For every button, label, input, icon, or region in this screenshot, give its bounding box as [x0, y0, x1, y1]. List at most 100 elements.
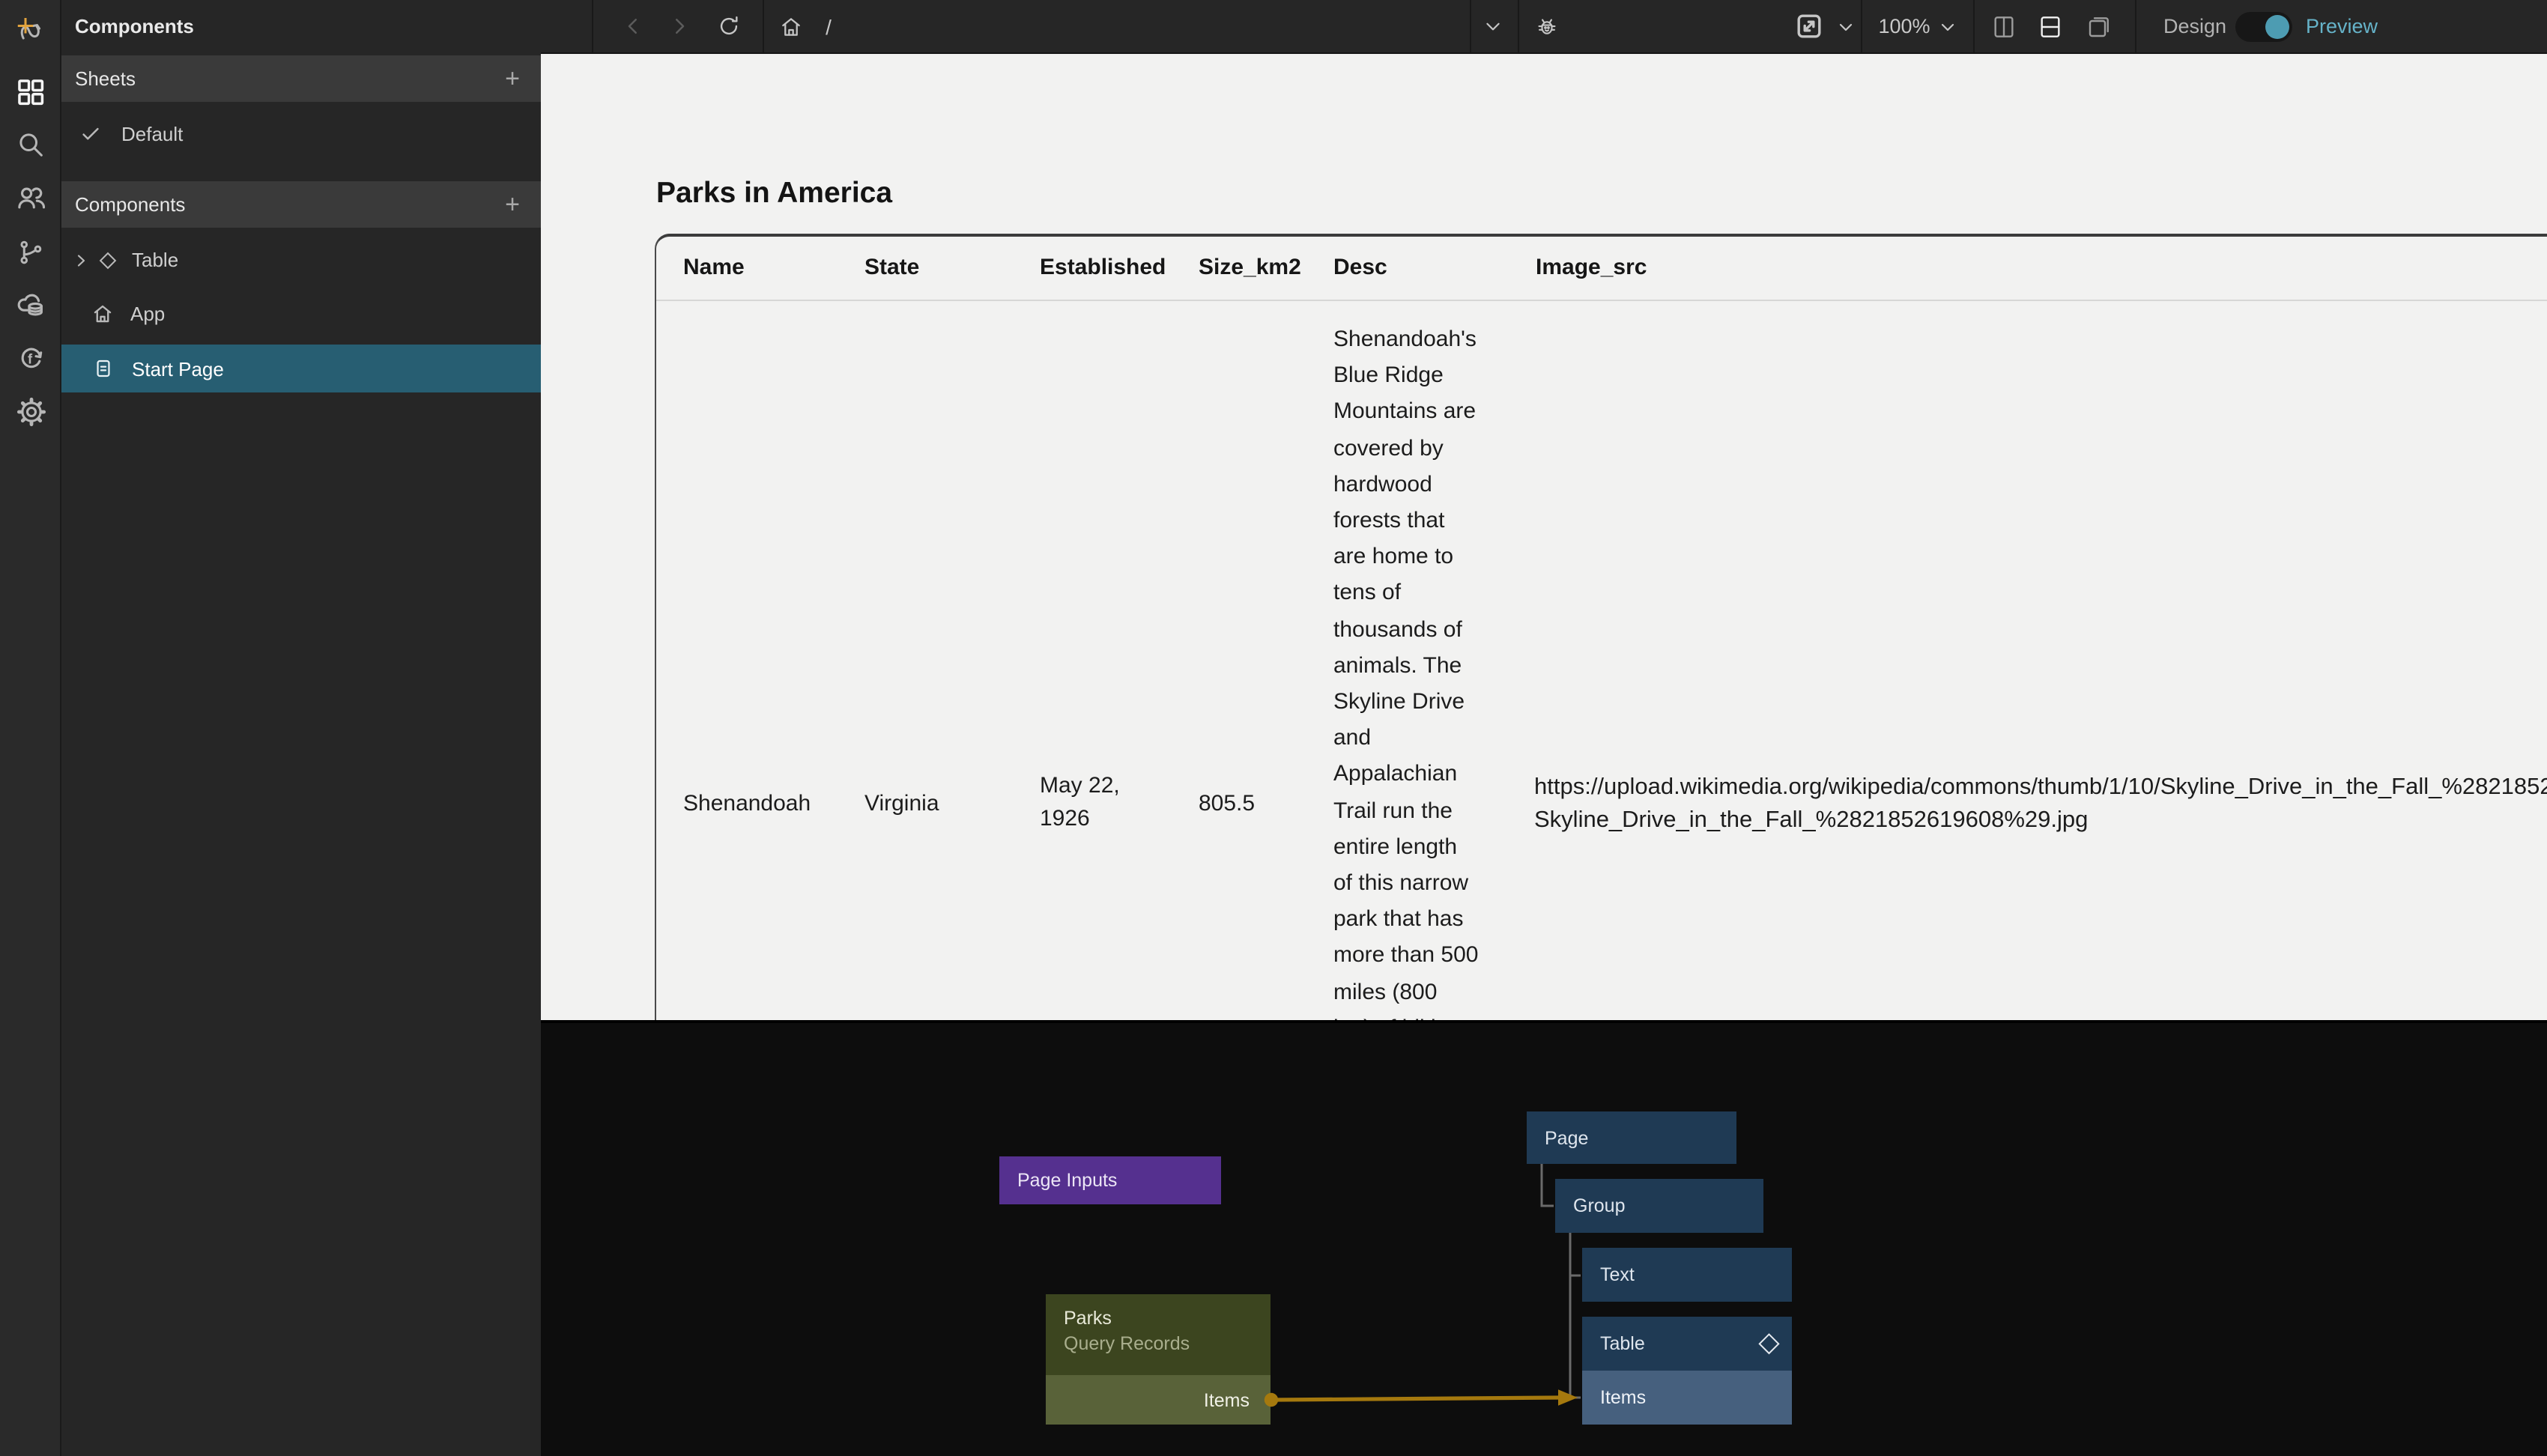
desc-line: park that has — [1333, 903, 1513, 938]
layout-stacked-panels-icon[interactable] — [2081, 0, 2117, 52]
sheets-section-header[interactable]: Sheets + — [61, 55, 541, 102]
node-table-items-port[interactable]: Items — [1582, 1371, 1792, 1425]
node-parks-header: Parks Query Records — [1046, 1294, 1271, 1375]
node-text[interactable]: Text — [1582, 1248, 1792, 1302]
add-sheet-button[interactable]: + — [496, 55, 529, 102]
tree-item-label: Start Page — [132, 357, 224, 380]
diamond-icon — [1758, 1332, 1778, 1353]
tree-item-table[interactable]: Table — [61, 237, 541, 283]
zoom-chevron-icon[interactable] — [1934, 0, 1961, 52]
desc-line: and — [1333, 721, 1513, 756]
column-header-desc[interactable]: Desc — [1333, 255, 1387, 280]
screen-size-chevron-icon[interactable] — [1832, 0, 1859, 52]
desc-line: are home to — [1333, 539, 1513, 575]
cell-desc: Shenandoah'sBlue RidgeMountains arecover… — [1333, 322, 1513, 1020]
desc-line: Mountains are — [1333, 395, 1513, 431]
search-icon[interactable] — [0, 121, 61, 166]
desc-line: tens of — [1333, 576, 1513, 612]
branch-icon[interactable] — [0, 229, 61, 274]
chevron-right-icon[interactable] — [72, 251, 90, 269]
cell-established: May 22, 1926 — [1040, 770, 1133, 836]
svg-text:f: f — [27, 351, 32, 366]
cloud-database-icon[interactable] — [0, 283, 61, 328]
desc-line: forests that — [1333, 503, 1513, 539]
page-heading[interactable]: Parks in America — [656, 177, 892, 211]
desc-line: more than 500 — [1333, 938, 1513, 974]
image-src-line: https://upload.wikimedia.org/wikipedia/c… — [1534, 771, 2547, 805]
debug-bug-icon[interactable] — [1528, 0, 1564, 52]
cloud-functions-icon[interactable]: f — [0, 336, 61, 380]
data-flow-graph[interactable]: Page Inputs Parks Query Records Items Pa… — [541, 1020, 2547, 1456]
node-title: Parks — [1064, 1308, 1271, 1329]
node-label: Page Inputs — [1017, 1170, 1117, 1191]
graph-wires — [541, 1023, 2547, 1456]
desc-line: Skyline Drive — [1333, 685, 1513, 721]
column-header-image-src[interactable]: Image_src — [1536, 255, 1647, 280]
preview-canvas: Parks in America Name State Established … — [541, 54, 2547, 1020]
desc-line: Shenandoah's — [1333, 322, 1513, 358]
column-header-size[interactable]: Size_km2 — [1199, 255, 1301, 280]
components-panel: Components Sheets + Default Components +… — [61, 0, 541, 1456]
node-label: Group — [1573, 1195, 1626, 1216]
table-component[interactable] — [655, 234, 2547, 1020]
nav-back-icon[interactable] — [616, 0, 649, 52]
toolbar: + / 100% — [541, 0, 2547, 54]
tree-item-label: App — [130, 303, 165, 325]
node-label: Page — [1545, 1127, 1588, 1148]
layout-split-vertical-icon[interactable] — [1985, 0, 2021, 52]
add-block-button[interactable]: + — [7, 0, 43, 52]
desc-line: miles (800 — [1333, 974, 1513, 1010]
components-section-header[interactable]: Components + — [61, 181, 541, 228]
desc-line: animals. The — [1333, 649, 1513, 685]
node-page[interactable]: Page — [1527, 1111, 1736, 1164]
desc-line: Trail run the — [1333, 793, 1513, 829]
node-page-inputs[interactable]: Page Inputs — [999, 1156, 1221, 1204]
zoom-level[interactable]: 100% — [1874, 0, 1934, 52]
home-icon — [91, 303, 114, 325]
components-section-label: Components — [75, 193, 185, 216]
grid-icon[interactable] — [0, 69, 61, 114]
node-table[interactable]: Table — [1582, 1316, 1792, 1370]
node-label: Text — [1600, 1264, 1635, 1285]
screen-size-icon[interactable] — [1790, 0, 1826, 52]
icon-rail: f — [0, 0, 61, 1456]
desc-line: covered by — [1333, 431, 1513, 467]
home-icon[interactable] — [773, 0, 809, 52]
preview-label: Preview — [2303, 0, 2381, 52]
tree-item-label: Table — [132, 249, 178, 271]
image-src-line: Skyline_Drive_in_the_Fall_%2821852619608… — [1534, 805, 2547, 839]
tree-item-app[interactable]: App — [61, 291, 541, 337]
cell-state: Virginia — [864, 791, 939, 816]
desc-line: entire length — [1333, 830, 1513, 866]
path-breadcrumb[interactable]: / — [817, 0, 841, 52]
column-header-name[interactable]: Name — [683, 255, 745, 280]
refresh-icon[interactable] — [710, 0, 746, 52]
sheet-item-label: Default — [121, 123, 183, 145]
desc-line: km) of hiking — [1333, 1011, 1513, 1020]
layout-split-horizontal-icon[interactable] — [2032, 0, 2068, 52]
document-icon — [93, 358, 114, 379]
tree-item-start-page[interactable]: Start Page — [61, 345, 541, 392]
node-label: Table — [1600, 1332, 1645, 1353]
desc-line: of this narrow — [1333, 866, 1513, 902]
desc-line: thousands of — [1333, 612, 1513, 648]
design-preview-toggle[interactable] — [2235, 12, 2292, 42]
node-subtitle: Query Records — [1064, 1333, 1271, 1354]
node-group[interactable]: Group — [1555, 1179, 1763, 1233]
sheet-item-default[interactable]: Default — [61, 111, 541, 157]
chevron-down-icon[interactable] — [1476, 0, 1509, 52]
cell-size: 805.5 — [1199, 791, 1255, 816]
design-label: Design — [2162, 0, 2228, 52]
users-icon[interactable] — [0, 175, 61, 220]
app-window: f Components Sheets + Default Components… — [0, 0, 2547, 1456]
node-parks-query[interactable]: Parks Query Records Items — [1046, 1294, 1271, 1425]
node-parks-items-port[interactable]: Items — [1046, 1375, 1271, 1425]
nav-forward-icon[interactable] — [662, 0, 695, 52]
diamond-icon — [102, 254, 114, 266]
column-header-established[interactable]: Established — [1040, 255, 1166, 280]
column-header-state[interactable]: State — [864, 255, 919, 280]
add-component-button[interactable]: + — [496, 181, 529, 228]
settings-gear-icon[interactable] — [0, 389, 61, 434]
port-label: Items — [1204, 1389, 1250, 1410]
cell-image-src: https://upload.wikimedia.org/wikipedia/c… — [1534, 771, 2547, 838]
